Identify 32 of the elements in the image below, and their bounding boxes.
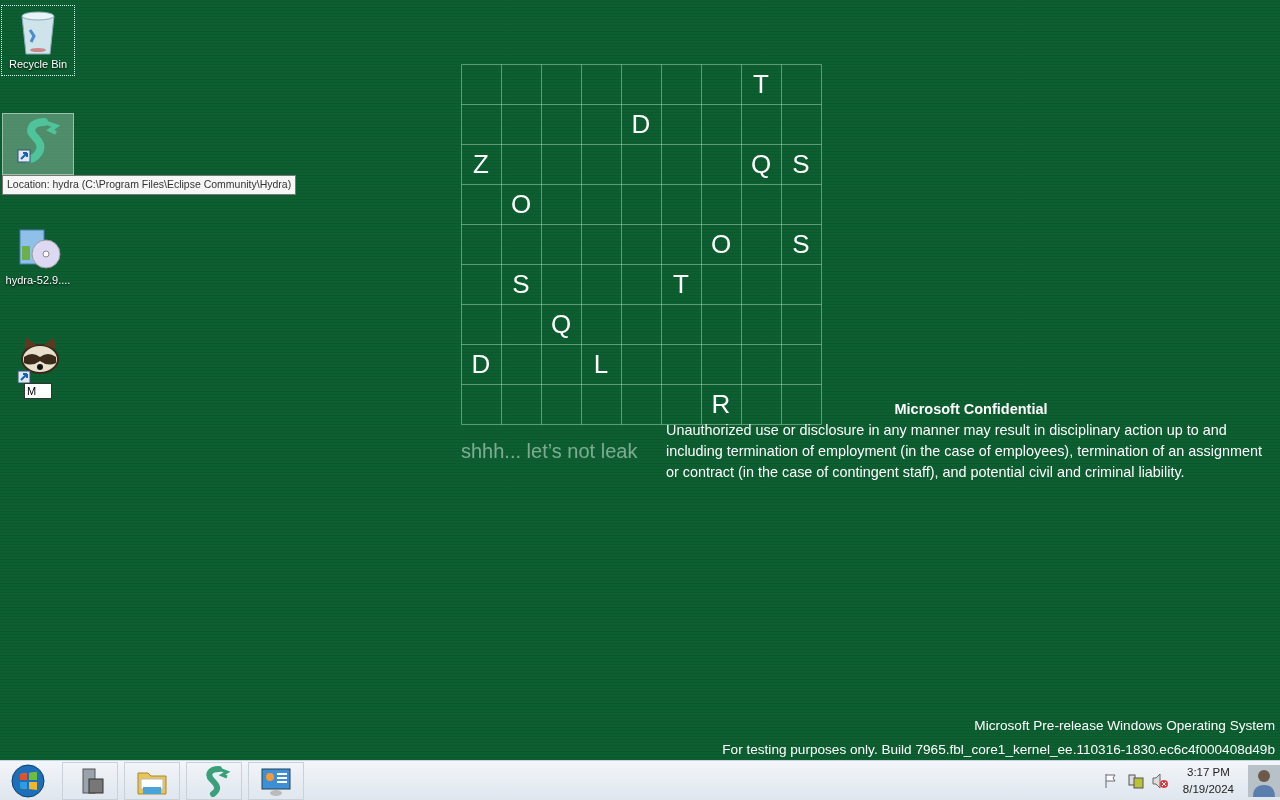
grid-letter: S xyxy=(792,147,810,181)
grid-letter: D xyxy=(631,107,651,141)
taskbar-button[interactable] xyxy=(62,761,118,800)
confidential-title: Microsoft Confidential xyxy=(894,400,1048,419)
grid-letter: D xyxy=(471,347,491,381)
confidential-notice: Unauthorized use or disclosure in any manner may result in disciplinary action up to and including termination of employment (in the case of employees), termination of an assignment or contract (in the case of contingent staff), and potential civil and criminal liability. xyxy=(666,421,1263,482)
volume-muted-icon[interactable] xyxy=(1150,771,1169,790)
taskbar-button[interactable] xyxy=(186,761,242,800)
grid-letter: Q xyxy=(550,307,572,341)
grid-letter: Q xyxy=(750,147,772,181)
grid-letter: S xyxy=(792,227,810,261)
grid-letter: L xyxy=(593,347,609,381)
grid-letter: R xyxy=(711,387,731,421)
icon-label[interactable]: hydra-52.9.... xyxy=(5,272,71,289)
grid-letter: Z xyxy=(473,147,489,181)
build-watermark: For testing purposes only. Build 7965.fbl_core1_kernel_ee.110316-1830.ec6c4f000408d49b xyxy=(722,741,1275,759)
raccoon-icon[interactable] xyxy=(14,335,62,383)
taskbar-button[interactable] xyxy=(248,761,304,800)
serpent-icon[interactable] xyxy=(14,116,62,164)
network-icon[interactable] xyxy=(1126,771,1145,790)
grid-letter: T xyxy=(673,267,689,301)
grid-letter: O xyxy=(510,187,532,221)
user-avatar-icon[interactable] xyxy=(1248,764,1280,797)
wallpaper-caption: shhh... let’s not leak xyxy=(461,439,638,464)
rename-field[interactable]: M xyxy=(24,383,52,399)
grid-letter: O xyxy=(710,227,732,261)
clock[interactable]: 3:17 PM 8/19/2024 xyxy=(1174,763,1242,798)
grid-letter: T xyxy=(753,67,769,101)
icon-label[interactable]: Recycle Bin xyxy=(8,56,68,73)
grid-letter: S xyxy=(512,267,530,301)
tooltip: Location: hydra (C:\Program Files\Eclipse Community\Hydra) xyxy=(2,175,297,195)
build-watermark: Microsoft Pre-release Windows Operating System xyxy=(973,717,1275,735)
